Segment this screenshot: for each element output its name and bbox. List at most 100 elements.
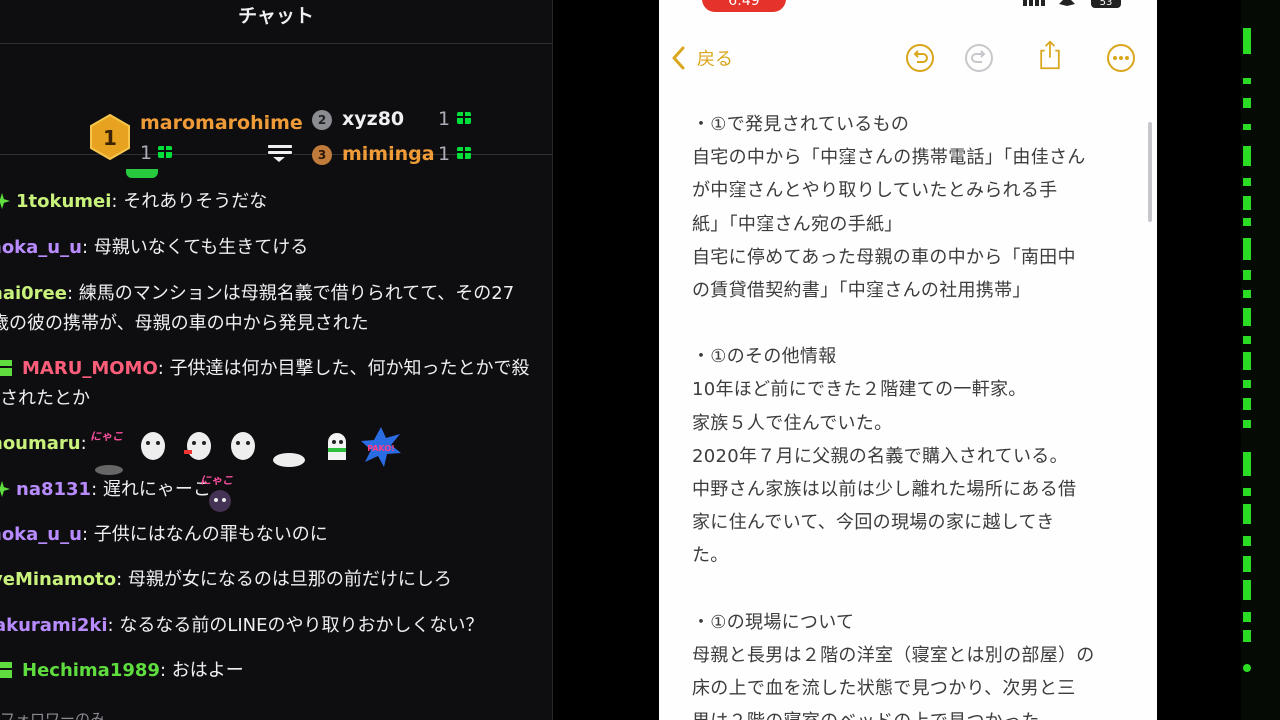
seal-emote-icon: [184, 432, 211, 460]
status-bar-icons: 53: [1023, 0, 1121, 8]
wifi-icon: [1059, 0, 1075, 6]
collapse-icon-bar: [268, 145, 292, 148]
note-line: た。: [692, 545, 729, 567]
note-line: 家族５人で住んでいた。: [692, 412, 893, 434]
rank-1-username[interactable]: maromarohime: [140, 112, 303, 134]
note-line: 自宅の中から「中窪さんの携帯電話」「由佳さん: [692, 147, 1086, 169]
matrix-glyph: [1243, 270, 1251, 280]
chat-separator: :: [91, 479, 103, 500]
note-line: ・①の現場について: [692, 611, 855, 633]
matrix-glyph: [1243, 124, 1251, 130]
svg-text:53: 53: [1100, 0, 1113, 8]
matrix-glyph: [1243, 580, 1251, 600]
battery-icon: 53: [1091, 0, 1121, 8]
chat-username[interactable]: na8131: [16, 479, 91, 500]
collapse-leaderboard-button[interactable]: [267, 145, 293, 167]
gift-leaderboard: 1 maromarohime 1 2 xyz80 1 3 miminga 1: [0, 44, 552, 165]
rank-3-username[interactable]: miminga: [342, 143, 435, 165]
chat-message: Hechima1989: おはよー: [0, 656, 552, 686]
undo-icon[interactable]: [905, 43, 935, 73]
matrix-glyph: [1243, 98, 1251, 108]
svg-text:PAKO!: PAKO!: [367, 444, 395, 453]
rank-1-count: 1: [140, 142, 153, 164]
chat-username[interactable]: nai0ree: [0, 283, 67, 304]
chat-text: 子供達は何か目撃した、何か知ったとかで殺: [169, 358, 530, 379]
rank-2-username[interactable]: xyz80: [342, 108, 404, 130]
emote-label: にゃこ: [90, 430, 123, 443]
seal-emote-icon: [231, 432, 255, 460]
back-label: 戻る: [697, 49, 733, 70]
note-line: 母親と長男は２階の洋室（寝室とは別の部屋）の: [692, 644, 1095, 666]
chat-message: MARU_MOMO: 子供達は何か目撃した、何か知ったとかで殺: [0, 354, 552, 384]
chat-panel: チャット 1 maromarohime 1 2 xyz80 1 3 miming…: [0, 0, 553, 720]
share-icon[interactable]: [1035, 40, 1065, 70]
note-line: 床の上で血を流した状態で見つかり、次男と三: [692, 678, 1076, 700]
matrix-glyph: [1243, 178, 1251, 186]
chat-separator: :: [81, 524, 94, 545]
matrix-glyph: [1243, 536, 1251, 546]
collapse-icon-bar: [268, 151, 292, 154]
matrix-glyph: [1243, 146, 1251, 166]
chat-text: それありそうだな: [123, 191, 268, 212]
note-body[interactable]: ・①で発見されているもの 自宅の中から「中窪さんの携帯電話」「由佳さん が中窪さ…: [692, 108, 1142, 720]
rank-3-count: 1: [438, 143, 451, 165]
matrix-glyph: [1243, 218, 1251, 226]
chat-text: おはよー: [171, 660, 244, 681]
cat-emote-icon: [209, 490, 231, 512]
matrix-glyph: [1243, 336, 1251, 344]
chat-header: チャット: [0, 0, 552, 44]
chat-username[interactable]: akurami2ki: [0, 615, 108, 636]
chat-username[interactable]: houmaru: [0, 433, 81, 454]
more-options-icon[interactable]: [1106, 43, 1136, 73]
matrix-glyph: [1243, 452, 1251, 476]
matrix-glyph: [1243, 630, 1251, 642]
back-button[interactable]: 戻る: [671, 45, 733, 71]
note-line: が中窪さんとやり取りしていたとみられる手: [692, 180, 1058, 202]
chat-separator: :: [116, 569, 128, 590]
chat-username[interactable]: Hechima1989: [22, 660, 160, 681]
note-line: ・①で発見されているもの: [692, 114, 910, 135]
chat-separator: :: [66, 283, 79, 304]
matrix-glyph: [1243, 196, 1251, 210]
chat-text: 練馬のマンションは母親名義で借りられてて、その27: [78, 283, 515, 304]
chat-username[interactable]: hoka_u_u: [0, 524, 82, 545]
matrix-glyph: [1243, 290, 1251, 298]
chat-message: nai0ree: 練馬のマンションは母親名義で借りられてて、その27: [0, 279, 552, 309]
note-section: ・①で発見されているもの 自宅の中から「中窪さんの携帯電話」「由佳さん が中窪さ…: [692, 108, 1142, 307]
star-badge-icon: [0, 193, 10, 209]
matrix-glyph: [1243, 238, 1251, 260]
star-badge-icon: [0, 481, 10, 497]
chat-message: 1tokumei: それありそうだな: [0, 187, 552, 217]
note-line: の賃貸借契約書」「中窪さんの社用携帯」: [692, 280, 1031, 302]
chat-message: hoka_u_u: 母親いなくても生きてける: [0, 233, 552, 263]
matrix-glyph: [1243, 380, 1251, 388]
note-line: ・①のその他情報: [692, 346, 837, 368]
chat-text: 歳の彼の携帯が、母親の車の中から発見された: [0, 313, 369, 334]
matrix-glyph: [1243, 556, 1251, 572]
gift-icon: [457, 112, 471, 124]
matrix-glyph: [1243, 664, 1251, 672]
chat-username[interactable]: MARU_MOMO: [22, 358, 158, 379]
scrollbar[interactable]: [1148, 122, 1152, 222]
chat-separator: :: [80, 433, 87, 454]
chat-title: チャット: [238, 5, 314, 27]
chat-message-continuation: 歳の彼の携帯が、母親の車の中から発見された: [0, 309, 552, 339]
chat-username[interactable]: hoka_u_u: [0, 237, 82, 258]
gift-sub-icon: [0, 360, 12, 376]
chat-text: 子供にはなんの罪もないのに: [93, 524, 328, 545]
seal-emote-icon: [273, 453, 305, 467]
pako-emote-icon: PAKO!: [361, 427, 401, 467]
chat-separator: :: [81, 237, 94, 258]
status-time-pill: 6:49: [702, 0, 786, 12]
redo-icon[interactable]: [964, 43, 994, 73]
rank-3-badge: 3: [312, 145, 332, 165]
chevron-left-icon: [672, 46, 685, 70]
chat-message: na8131: 遅れにゃーこ: [0, 475, 552, 505]
chat-username[interactable]: veMinamoto: [0, 569, 116, 590]
matrix-glyph: [1243, 308, 1251, 326]
chat-message: veMinamoto: 母親が女になるのは旦那の前だけにしろ: [0, 565, 552, 595]
chat-message-continuation: されたとか: [0, 384, 552, 414]
chat-text: 遅れにゃーこ: [102, 479, 211, 500]
chat-username[interactable]: 1tokumei: [16, 191, 111, 212]
svg-text:1: 1: [103, 126, 117, 150]
